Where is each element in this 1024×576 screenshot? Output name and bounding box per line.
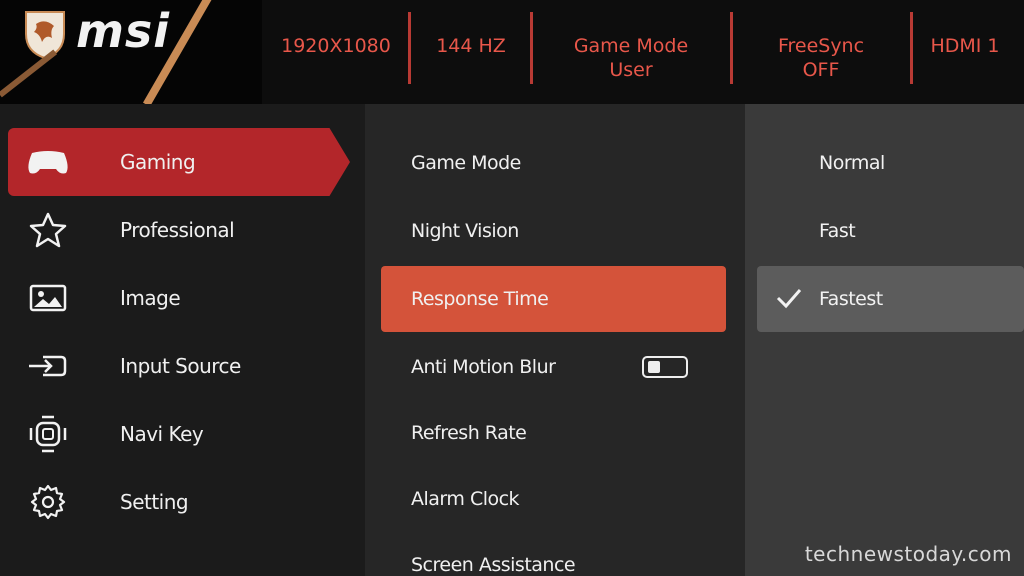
option-label: Night Vision xyxy=(411,220,519,242)
value-fast[interactable]: Fast xyxy=(757,198,1024,264)
star-icon xyxy=(26,208,70,252)
option-label: Anti Motion Blur xyxy=(411,356,556,378)
category-label: Setting xyxy=(120,490,189,514)
option-label: Refresh Rate xyxy=(411,422,527,444)
resolution-value: 1920X1080 xyxy=(281,35,391,57)
msi-dragon-shield-icon xyxy=(25,11,65,60)
image-icon xyxy=(26,276,70,320)
category-setting[interactable]: Setting xyxy=(8,468,350,536)
input-source-icon xyxy=(26,344,70,388)
toggle-knob xyxy=(648,361,660,373)
category-image[interactable]: Image xyxy=(8,264,350,332)
option-menu: Game Mode Night Vision Response Time Ant… xyxy=(365,104,745,576)
value-normal[interactable]: Normal xyxy=(757,130,1024,196)
anti-motion-blur-toggle[interactable] xyxy=(642,356,688,378)
input-status: HDMI 1 xyxy=(913,0,1017,104)
value-label: Fastest xyxy=(819,288,883,310)
navi-key-icon xyxy=(26,412,70,456)
option-screen-assistance[interactable]: Screen Assistance xyxy=(381,532,726,576)
category-professional[interactable]: Professional xyxy=(8,196,350,264)
freesync-value: OFF xyxy=(802,59,840,81)
refresh-value: 144 HZ xyxy=(436,35,506,57)
value-menu: Normal Fast Fastest xyxy=(745,104,1024,576)
freesync-status: FreeSync OFF xyxy=(733,0,909,104)
game-mode-status: Game Mode User xyxy=(533,0,729,104)
value-label: Normal xyxy=(819,152,885,174)
option-response-time[interactable]: Response Time xyxy=(381,266,726,332)
value-fastest[interactable]: Fastest xyxy=(757,266,1024,332)
category-label: Professional xyxy=(120,218,235,242)
option-label: Game Mode xyxy=(411,152,521,174)
option-refresh-rate[interactable]: Refresh Rate xyxy=(381,400,726,466)
option-night-vision[interactable]: Night Vision xyxy=(381,198,726,264)
brand-panel: msi xyxy=(0,0,262,107)
gamepad-icon xyxy=(26,140,70,184)
game-mode-label: Game Mode xyxy=(573,35,689,57)
status-bar: msi 1920X1080 144 HZ Game Mode User Free… xyxy=(0,0,1024,107)
option-label: Screen Assistance xyxy=(411,554,576,576)
category-input-source[interactable]: Input Source xyxy=(8,332,350,400)
option-alarm-clock[interactable]: Alarm Clock xyxy=(381,466,726,532)
freesync-label: FreeSync xyxy=(777,35,865,57)
input-value: HDMI 1 xyxy=(930,35,1000,57)
category-label: Gaming xyxy=(120,150,196,174)
category-gaming[interactable]: Gaming xyxy=(8,128,350,196)
gear-icon xyxy=(26,480,70,524)
refresh-status: 144 HZ xyxy=(411,0,531,104)
option-anti-motion-blur[interactable]: Anti Motion Blur xyxy=(381,334,726,400)
resolution-status: 1920X1080 xyxy=(262,0,410,104)
category-label: Image xyxy=(120,286,181,310)
category-menu: Gaming Professional Image Input Source N… xyxy=(0,104,365,576)
checkmark-icon xyxy=(776,289,802,309)
watermark: technewstoday.com xyxy=(804,542,1012,566)
msi-logo: msi xyxy=(76,4,171,58)
category-label: Navi Key xyxy=(120,422,204,446)
game-mode-value: User xyxy=(609,59,653,81)
category-label: Input Source xyxy=(120,354,241,378)
option-label: Alarm Clock xyxy=(411,488,520,510)
option-game-mode[interactable]: Game Mode xyxy=(381,130,726,196)
option-label: Response Time xyxy=(411,288,549,310)
category-navi-key[interactable]: Navi Key xyxy=(8,400,350,468)
value-label: Fast xyxy=(819,220,856,242)
